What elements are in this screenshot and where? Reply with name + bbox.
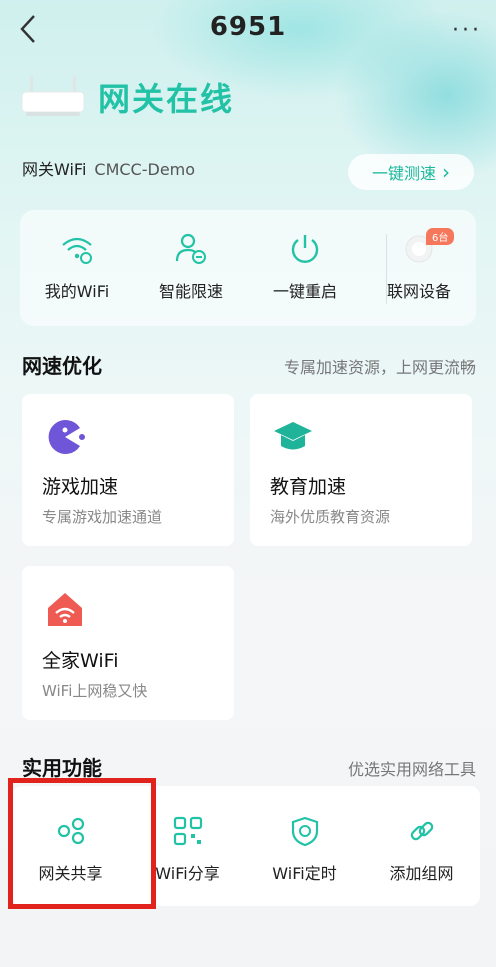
quick-label: 一键重启 — [272, 282, 337, 301]
tool-label: WiFi分享 — [155, 864, 220, 883]
card-game-boost[interactable]: 游戏加速 专属游戏加速通道 — [22, 394, 234, 546]
more-icon[interactable]: ··· — [452, 18, 482, 43]
highlight-box — [8, 778, 156, 909]
section-subtitle-optimize: 专属加速资源，上网更流畅 — [283, 358, 476, 377]
power-icon — [291, 235, 319, 263]
wifi-label: 网关WiFi — [22, 160, 87, 179]
quick-speed-limit[interactable]: 智能限速 — [134, 210, 248, 326]
section-subtitle-tools: 优选实用网络工具 — [347, 760, 476, 779]
wifi-name: CMCC-Demo — [94, 160, 196, 179]
timer-shield-icon — [291, 816, 318, 846]
section-title-tools: 实用功能 — [22, 756, 102, 780]
speedtest-button[interactable]: 一键测速 › — [348, 154, 474, 190]
graduation-cap-icon — [274, 422, 312, 450]
divider — [386, 234, 387, 304]
link-icon — [410, 821, 433, 841]
game-icon — [48, 420, 85, 454]
tool-wifi-timer[interactable]: WiFi定时 — [246, 786, 363, 906]
card-title: 全家WiFi — [42, 650, 119, 672]
quick-restart[interactable]: 一键重启 — [248, 210, 362, 326]
wifi-info: 网关WiFi CMCC-Demo — [22, 156, 195, 180]
quick-devices[interactable]: 6台 联网设备 — [362, 210, 476, 326]
card-title: 教育加速 — [270, 476, 347, 498]
user-speed-icon — [175, 233, 206, 264]
qr-code-icon — [173, 816, 202, 846]
home-wifi-icon — [48, 593, 82, 626]
quick-actions: 我的WiFi 智能限速 一键重启 6台 联网设备 — [20, 210, 476, 326]
card-desc: 专属游戏加速通道 — [42, 508, 163, 526]
speedtest-label: 一键测速 — [371, 164, 436, 183]
gateway-status: 网关在线 — [98, 80, 235, 118]
wifi-settings-icon — [62, 237, 92, 264]
quick-label: 我的WiFi — [44, 282, 110, 301]
quick-label: 联网设备 — [386, 282, 451, 301]
device-count-badge: 6台 — [426, 228, 455, 245]
card-education-boost[interactable]: 教育加速 海外优质教育资源 — [250, 394, 472, 546]
section-title-optimize: 网速优化 — [22, 354, 102, 378]
tool-label: 添加组网 — [389, 864, 454, 883]
router-icon — [21, 76, 85, 116]
card-desc: WiFi上网稳又快 — [42, 682, 148, 700]
quick-my-wifi[interactable]: 我的WiFi — [20, 210, 134, 326]
page-title: 6951 — [209, 12, 287, 42]
tool-add-mesh[interactable]: 添加组网 — [363, 786, 480, 906]
tool-label: WiFi定时 — [272, 864, 337, 883]
quick-label: 智能限速 — [158, 282, 223, 301]
card-desc: 海外优质教育资源 — [270, 508, 391, 526]
card-title: 游戏加速 — [42, 476, 119, 498]
card-home-wifi[interactable]: 全家WiFi WiFi上网稳又快 — [22, 566, 234, 720]
chevron-right-icon: › — [442, 160, 450, 184]
top-bar: 6951 ··· — [0, 0, 496, 60]
